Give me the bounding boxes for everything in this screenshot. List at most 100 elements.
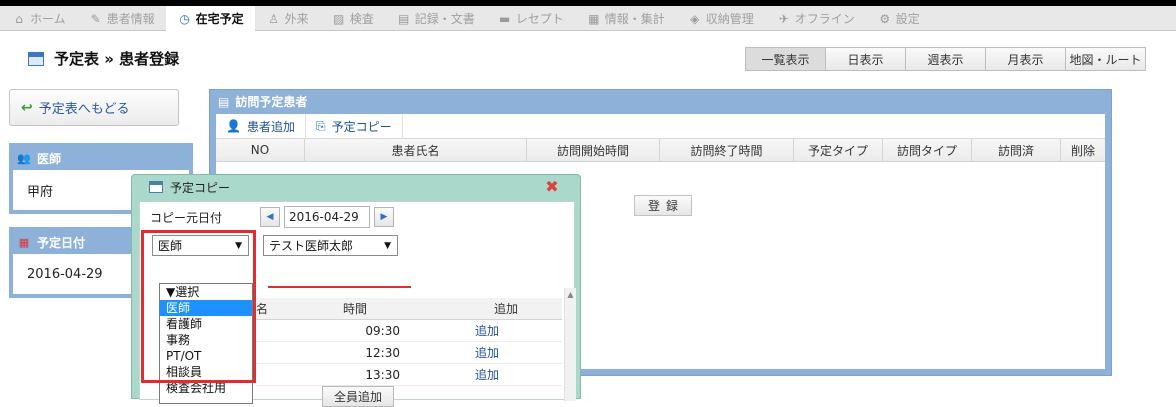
- register-button[interactable]: 登録: [634, 195, 692, 216]
- gear-icon: ⚙: [879, 11, 891, 26]
- nav-patient-info[interactable]: ✎ 患者情報: [77, 6, 166, 31]
- doctor-label: 医師: [37, 152, 62, 166]
- col-visit-start[interactable]: 訪問開始時間: [527, 139, 660, 161]
- row-time: 09:30: [365, 323, 400, 338]
- highlight-underline: [268, 286, 411, 288]
- nav-records[interactable]: ▤ 記録・文書: [385, 6, 486, 31]
- tab-list-view[interactable]: 一覧表示: [745, 47, 826, 71]
- nav-exam[interactable]: ▨ 検査: [320, 6, 385, 31]
- option-doctor[interactable]: 医師: [160, 300, 252, 316]
- staff-name-select[interactable]: テスト医師太郎 ▼: [263, 235, 398, 256]
- page-title-text: 予定表 » 患者登録: [54, 50, 180, 68]
- return-arrow-icon: ↩: [21, 99, 33, 116]
- nav-label: オフライン: [794, 12, 855, 26]
- row-add-link[interactable]: 追加: [406, 364, 562, 385]
- staff-type-dropdown: ▼選択 医師 看護師 事務 PT/OT 相談員 検査会社用: [159, 283, 253, 404]
- list-icon: ▤: [218, 94, 230, 109]
- copy-schedule-button[interactable]: ⎘ 予定コピー: [306, 113, 403, 139]
- nav-label: 設定: [895, 12, 920, 26]
- nav-billing[interactable]: ◈ 収納管理: [676, 6, 765, 31]
- option-select[interactable]: ▼選択: [160, 284, 252, 300]
- nav-label: 在宅予定: [195, 12, 244, 26]
- dialog-title: 予定コピー: [170, 180, 231, 195]
- add-all-button[interactable]: 全員追加: [322, 386, 394, 407]
- visit-patients-title: 訪問予定患者: [235, 95, 308, 109]
- row-time: 12:30: [365, 345, 400, 360]
- nav-home[interactable]: ⌂ ホーム: [0, 6, 77, 31]
- back-to-schedule-button[interactable]: ↩ 予定表へもどる: [9, 89, 179, 126]
- doctor-icon: 👥: [17, 152, 31, 165]
- copy-schedule-label: 予定コピー: [331, 119, 392, 134]
- nav-label: 外来: [284, 12, 309, 26]
- visit-patients-header: ▤ 訪問予定患者: [210, 90, 1111, 113]
- wrench-icon: ✎: [90, 11, 101, 26]
- nav-stats[interactable]: ▦ 情報・集計: [575, 6, 676, 31]
- col-add: 追加: [493, 302, 518, 316]
- view-tabs: 一覧表示 日表示 週表示 月表示 地図・ルート: [745, 47, 1146, 71]
- col-time: 時間: [342, 302, 367, 316]
- arrow-right-icon: ▶: [380, 212, 388, 222]
- nav-settings[interactable]: ⚙ 設定: [866, 6, 931, 31]
- doctor-panel-header: 👥 医師: [13, 147, 189, 170]
- option-counselor[interactable]: 相談員: [160, 364, 252, 380]
- arrow-left-icon: ◀: [266, 212, 274, 222]
- dialog-content: コピー元日付 ◀ 2016-04-29 ▶ 医師 ▼ テスト医師太郎 ▼ 名 時…: [139, 201, 576, 407]
- next-date-button[interactable]: ▶: [374, 207, 394, 227]
- col-visit-type[interactable]: 訪問タイプ: [883, 139, 972, 161]
- stats-icon: ▦: [588, 11, 600, 26]
- row-add-link[interactable]: 追加: [406, 342, 562, 363]
- nav-label: 記録・文書: [414, 12, 475, 26]
- scroll-up-icon[interactable]: ▲: [565, 288, 576, 302]
- row-time: 13:30: [365, 367, 400, 382]
- nav-label: 検査: [349, 12, 374, 26]
- list-item: 09:30 追加: [256, 320, 562, 342]
- nav-outpatient[interactable]: ♙ 外来: [255, 6, 320, 31]
- col-patient-name[interactable]: 患者氏名: [305, 139, 527, 161]
- tab-week-view[interactable]: 週表示: [905, 47, 986, 71]
- col-visit-end[interactable]: 訪問終了時間: [660, 139, 794, 161]
- calendar-icon: [28, 51, 44, 66]
- tab-map-route[interactable]: 地図・ルート: [1065, 47, 1146, 71]
- list-scrollbar[interactable]: ▲: [564, 288, 576, 401]
- nav-label: ホーム: [30, 12, 66, 26]
- option-pt-ot[interactable]: PT/OT: [160, 348, 252, 364]
- lock-icon: ♙: [268, 11, 280, 26]
- col-visited[interactable]: 訪問済: [972, 139, 1061, 161]
- nav-label: 患者情報: [106, 12, 155, 26]
- nav-label: レセプト: [515, 12, 564, 26]
- copy-icon: ⎘: [315, 118, 326, 133]
- copy-list-header: 名 時間 追加: [256, 298, 562, 320]
- dialog-titlebar[interactable]: 予定コピー: [132, 175, 580, 199]
- add-user-icon: 👤: [226, 119, 241, 133]
- chevron-down-icon: ▼: [235, 240, 242, 251]
- tab-month-view[interactable]: 月表示: [985, 47, 1066, 71]
- col-no[interactable]: NO: [216, 139, 305, 161]
- col-delete[interactable]: 削除: [1061, 139, 1105, 161]
- offline-icon: ✈: [778, 11, 789, 26]
- copy-schedule-dialog: 予定コピー ✖ コピー元日付 ◀ 2016-04-29 ▶ 医師 ▼ テスト医師…: [131, 174, 581, 407]
- source-date-input[interactable]: 2016-04-29: [284, 206, 370, 228]
- list-item: 12:30 追加: [256, 342, 562, 364]
- schedule-date-label: 予定日付: [37, 236, 86, 250]
- add-patient-label: 患者追加: [246, 119, 295, 134]
- option-lab-company[interactable]: 検査会社用: [160, 380, 252, 396]
- add-patient-button[interactable]: 👤 患者追加: [216, 113, 306, 139]
- nav-home-visit[interactable]: ◷ 在宅予定: [165, 6, 255, 31]
- row-add-link[interactable]: 追加: [406, 320, 562, 341]
- nav-receipt[interactable]: ▬ レセプト: [486, 6, 575, 31]
- staff-type-select[interactable]: 医師 ▼: [152, 235, 249, 256]
- option-office[interactable]: 事務: [160, 332, 252, 348]
- staff-type-value: 医師: [158, 239, 183, 253]
- tab-day-view[interactable]: 日表示: [825, 47, 906, 71]
- document-icon: ▤: [398, 11, 410, 26]
- prev-date-button[interactable]: ◀: [260, 207, 280, 227]
- money-icon: ◈: [690, 11, 700, 26]
- nav-offline[interactable]: ✈ オフライン: [765, 6, 866, 31]
- close-icon[interactable]: ✖: [545, 179, 559, 195]
- col-schedule-type[interactable]: 予定タイプ: [794, 139, 883, 161]
- page-title: 予定表 » 患者登録: [28, 48, 179, 69]
- nav-label: 情報・集計: [604, 12, 665, 26]
- nav-label: 収納管理: [705, 12, 754, 26]
- window-icon: [149, 181, 163, 193]
- option-nurse[interactable]: 看護師: [160, 316, 252, 332]
